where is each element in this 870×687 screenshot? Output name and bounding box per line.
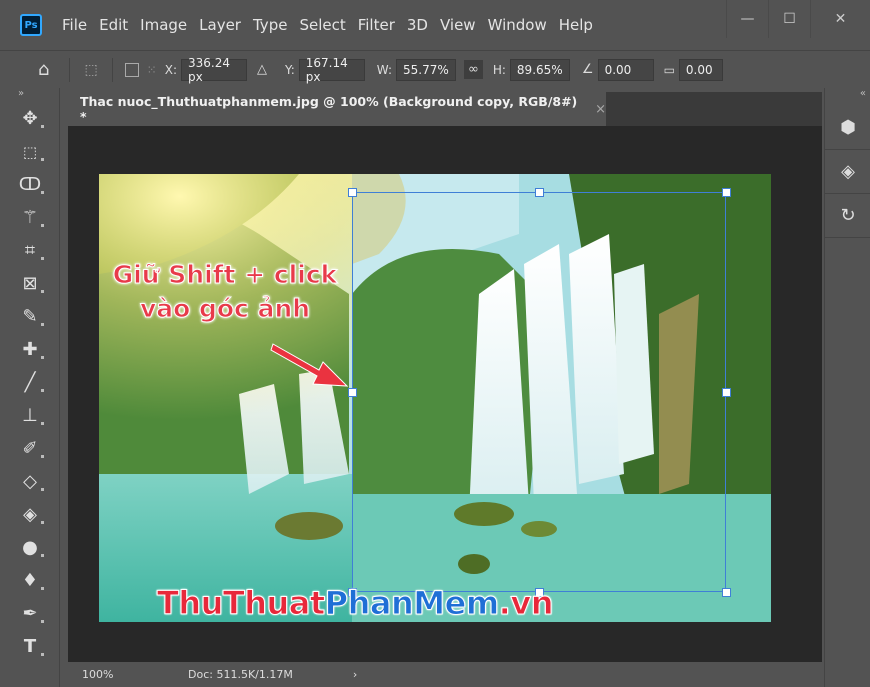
reference-point-checkbox[interactable]	[124, 62, 139, 77]
move-tool-icon[interactable]: ✥	[8, 102, 52, 135]
crop-tool-icon[interactable]: ⌗	[8, 234, 52, 267]
magic-wand-tool-icon[interactable]: ⚚	[8, 201, 52, 234]
skew-field[interactable]: 0.00	[678, 58, 723, 81]
healing-tool-icon[interactable]: ✚	[8, 333, 52, 366]
home-icon[interactable]: ⌂	[38, 59, 49, 80]
angle-icon: ∠	[581, 62, 594, 77]
document-tab-title: Thac nuoc_Thuthuatphanmem.jpg @ 100% (Ba…	[80, 94, 578, 124]
link-icon[interactable]: ∞	[464, 60, 483, 79]
document-tab[interactable]: Thac nuoc_Thuthuatphanmem.jpg @ 100% (Ba…	[68, 92, 606, 126]
panel-collapse-icon[interactable]: «	[825, 88, 870, 106]
tools-collapse-icon[interactable]: »	[0, 88, 59, 102]
blur-tool-icon[interactable]: ●	[8, 531, 52, 564]
y-field[interactable]: 167.14 px	[298, 56, 365, 84]
annotation-line-2: vào góc ảnh	[139, 294, 311, 324]
annotation-arrow-icon	[270, 343, 349, 387]
transform-handle-top-middle[interactable]	[535, 188, 544, 197]
menu-help[interactable]: Help	[553, 16, 599, 34]
watermark: ThuThuatPhanMem.vn	[157, 584, 554, 623]
reference-point-grid-icon[interactable]: ⁙	[147, 63, 157, 77]
watermark-part-1: ThuThuat	[157, 584, 326, 623]
tab-close-icon[interactable]: ×	[595, 102, 606, 117]
transform-handle-bottom-right[interactable]	[722, 588, 731, 597]
x-field[interactable]: 336.24 px	[181, 56, 247, 84]
menu-select[interactable]: Select	[293, 16, 351, 34]
zoom-level[interactable]: 100%	[82, 668, 172, 681]
status-bar: 100% Doc: 511.5K/1.17M ›	[68, 662, 822, 687]
window-controls: — ☐ ✕	[726, 0, 870, 38]
restore-button[interactable]: ☐	[768, 0, 810, 38]
transform-handle-top-left[interactable]	[348, 188, 357, 197]
history-panel-icon[interactable]: ↻	[825, 194, 870, 238]
menu-file[interactable]: File	[56, 16, 93, 34]
divider	[69, 57, 71, 82]
paint-bucket-tool-icon[interactable]: ◈	[8, 498, 52, 531]
y-label: Y:	[285, 62, 295, 77]
3d-panel-icon[interactable]: ⬢	[825, 106, 870, 150]
lasso-tool-icon[interactable]: ↀ	[8, 168, 52, 201]
pen-tool-icon[interactable]: ✒	[8, 597, 52, 630]
divider	[111, 57, 113, 82]
frame-tool-icon[interactable]: ⊠	[8, 267, 52, 300]
history-brush-tool-icon[interactable]: ✐	[8, 432, 52, 465]
marquee-tool-icon[interactable]: ⬚	[8, 135, 52, 168]
document-size: Doc: 511.5K/1.17M	[188, 668, 293, 681]
brush-tool-icon[interactable]: ╱	[8, 366, 52, 399]
transform-icon[interactable]: ⬚	[84, 62, 97, 78]
dodge-tool-icon[interactable]: ♦	[8, 564, 52, 597]
status-arrow-icon[interactable]: ›	[353, 668, 357, 681]
right-panel-dock: « ⬢ ◈ ↻	[824, 88, 870, 687]
w-label: W:	[376, 62, 392, 77]
ps-logo: Ps	[20, 14, 42, 36]
tools-panel: » ✥ ⬚ ↀ ⚚ ⌗ ⊠ ✎ ✚ ╱ ⊥ ✐ ◇ ◈ ● ♦ ✒ T	[0, 88, 60, 687]
menu-image[interactable]: Image	[134, 16, 193, 34]
menu-type[interactable]: Type	[247, 16, 293, 34]
x-label: X:	[164, 62, 177, 77]
delta-icon[interactable]: △	[257, 62, 267, 77]
type-tool-icon[interactable]: T	[8, 630, 52, 663]
minimize-button[interactable]: —	[726, 0, 768, 38]
layers-panel-icon[interactable]: ◈	[825, 150, 870, 194]
menu-3d[interactable]: 3D	[401, 16, 434, 34]
eyedropper-tool-icon[interactable]: ✎	[8, 300, 52, 333]
menu-edit[interactable]: Edit	[93, 16, 134, 34]
skew-icon: ▭	[663, 62, 675, 77]
menu-window[interactable]: Window	[482, 16, 553, 34]
eraser-tool-icon[interactable]: ◇	[8, 465, 52, 498]
h-label: H:	[492, 62, 506, 77]
width-field[interactable]: 55.77%	[396, 58, 456, 81]
height-field[interactable]: 89.65%	[509, 58, 570, 81]
transform-handle-top-right[interactable]	[722, 188, 731, 197]
watermark-part-3: .vn	[498, 584, 554, 623]
photoshop-window: Ps File Edit Image Layer Type Select Fil…	[0, 0, 870, 687]
menu-filter[interactable]: Filter	[352, 16, 401, 34]
watermark-part-2: PhanMem	[324, 584, 500, 623]
menu-layer[interactable]: Layer	[193, 16, 247, 34]
transform-bounding-box[interactable]	[352, 192, 726, 592]
close-button[interactable]: ✕	[810, 0, 870, 38]
menu-bar: Ps File Edit Image Layer Type Select Fil…	[0, 0, 870, 50]
menu-view[interactable]: View	[434, 16, 482, 34]
angle-field[interactable]: 0.00	[597, 58, 654, 81]
transform-handle-middle-right[interactable]	[722, 388, 731, 397]
stamp-tool-icon[interactable]: ⊥	[8, 399, 52, 432]
annotation-line-1: Giữ Shift + click	[112, 260, 338, 290]
annotation-text: Giữ Shift + click vào góc ảnh	[105, 258, 345, 326]
options-bar: ⌂ ⬚ ⁙ X: 336.24 px △ Y: 167.14 px W: 55.…	[0, 50, 870, 88]
document-image[interactable]: Giữ Shift + click vào góc ảnh ThuThuatPh…	[99, 174, 771, 622]
